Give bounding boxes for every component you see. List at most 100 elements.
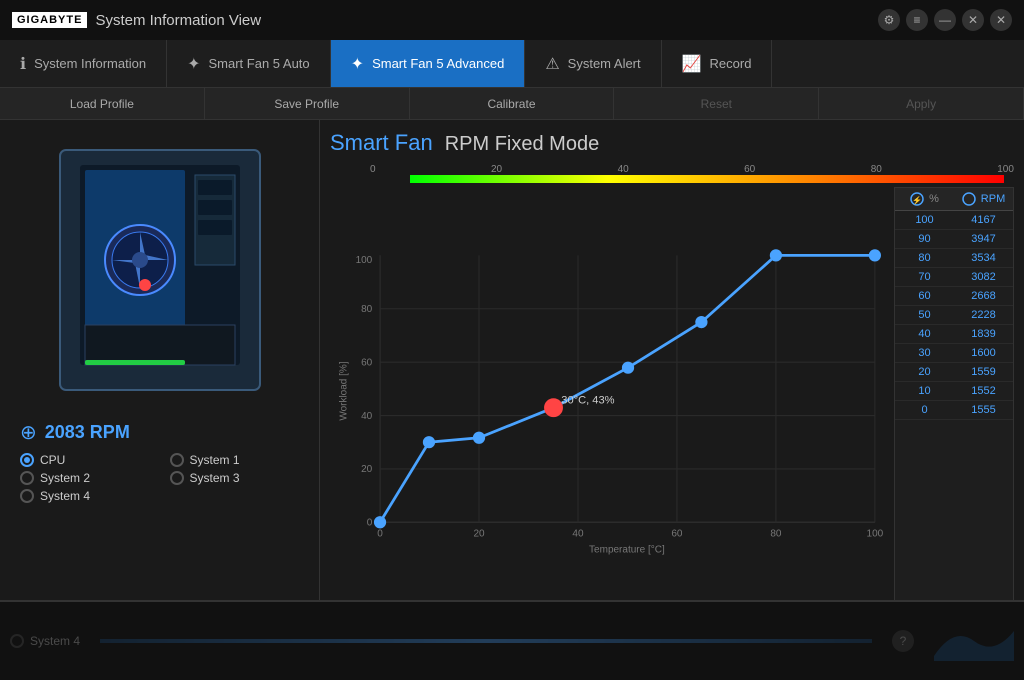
save-profile-button[interactable]: Save Profile: [205, 88, 410, 119]
tab-systemalert-label: System Alert: [568, 56, 641, 71]
title-bar: GIGABYTE System Information View ⚙ ≡ — ✕…: [0, 0, 1024, 40]
svg-text:40: 40: [572, 529, 584, 540]
td-rpm: 1552: [954, 382, 1013, 400]
td-pct: 50: [895, 306, 954, 324]
minimize-button[interactable]: —: [934, 9, 956, 31]
list-button[interactable]: ≡: [906, 9, 928, 31]
chart-container: 0 20 40 60 80 100 0 20 40 60 80 100 Temp…: [330, 187, 886, 624]
svg-text:80: 80: [361, 304, 373, 315]
tab-record-label: Record: [710, 56, 752, 71]
app-title: System Information View: [95, 12, 261, 29]
cpu-radio[interactable]: [20, 453, 34, 467]
td-pct: 20: [895, 363, 954, 381]
table-row[interactable]: 903947: [895, 230, 1013, 249]
load-profile-button[interactable]: Load Profile: [0, 88, 205, 119]
reflection-strip: System 4 ?: [0, 600, 1024, 680]
system3-radio[interactable]: [170, 471, 184, 485]
table-row[interactable]: 201559: [895, 363, 1013, 382]
fan-speed-row: ⊕ 2083 RPM: [20, 420, 299, 445]
td-pct: 0: [895, 401, 954, 419]
tab-system-information[interactable]: ℹ System Information: [0, 40, 167, 87]
toolbar: Load Profile Save Profile Calibrate Rese…: [0, 88, 1024, 120]
svg-text:0: 0: [377, 529, 383, 540]
table-row[interactable]: 502228: [895, 306, 1013, 325]
fan-option-cpu[interactable]: CPU: [20, 453, 150, 467]
fan-option-system1[interactable]: System 1: [170, 453, 300, 467]
svg-text:60: 60: [361, 357, 373, 368]
rpm-rows: 1004167903947803534703082602668502228401…: [895, 211, 1013, 420]
svg-text:Temperature [°C]: Temperature [°C]: [589, 544, 665, 555]
td-rpm: 1839: [954, 325, 1013, 343]
rpm-table-header: ⚡ % RPM: [895, 188, 1013, 211]
th-rpm: RPM: [954, 188, 1013, 210]
logo-area: GIGABYTE System Information View: [12, 12, 261, 29]
gigabyte-logo: GIGABYTE: [12, 12, 87, 28]
color-bar-container: [330, 175, 1014, 183]
color-bar-labels: 0 20 40 60 80 100: [330, 164, 1014, 175]
svg-text:100: 100: [867, 529, 884, 540]
reflection-radio: [10, 634, 24, 648]
td-rpm: 3534: [954, 249, 1013, 267]
chart-mode: RPM Fixed Mode: [445, 133, 600, 156]
reflection-content: System 4 ?: [0, 615, 1024, 667]
system3-label: System 3: [190, 471, 240, 485]
reflection-wave: [934, 621, 1014, 661]
cpu-radio-dot: [24, 457, 30, 463]
pc-illustration: [30, 130, 290, 410]
system2-label: System 2: [40, 471, 90, 485]
fan-option-system4[interactable]: System 4: [20, 489, 150, 503]
fan-option-system3[interactable]: System 3: [170, 471, 300, 485]
cpu-label: CPU: [40, 453, 65, 467]
tab-system-alert[interactable]: ⚠ System Alert: [525, 40, 661, 87]
close-button[interactable]: ✕: [990, 9, 1012, 31]
tab-smart-fan-5-advanced[interactable]: ✦ Smart Fan 5 Advanced: [331, 40, 526, 87]
tab-sysinfo-label: System Information: [34, 56, 146, 71]
svg-text:60: 60: [671, 529, 683, 540]
svg-text:100: 100: [356, 255, 373, 266]
td-rpm: 1600: [954, 344, 1013, 362]
table-row[interactable]: 01555: [895, 401, 1013, 420]
td-rpm: 3082: [954, 268, 1013, 286]
tab-smartfan5adv-label: Smart Fan 5 Advanced: [372, 56, 504, 71]
system1-radio[interactable]: [170, 453, 184, 467]
system1-label: System 1: [190, 453, 240, 467]
table-row[interactable]: 1004167: [895, 211, 1013, 230]
right-panel: Smart Fan RPM Fixed Mode 0 20 40 60 80 1…: [320, 120, 1024, 680]
apply-button[interactable]: Apply: [819, 88, 1024, 119]
system2-radio[interactable]: [20, 471, 34, 485]
svg-text:0: 0: [367, 518, 373, 529]
svg-text:20: 20: [473, 529, 485, 540]
table-row[interactable]: 803534: [895, 249, 1013, 268]
svg-text:40: 40: [361, 411, 373, 422]
table-row[interactable]: 401839: [895, 325, 1013, 344]
svg-text:30°C, 43%: 30°C, 43%: [561, 394, 614, 406]
reflection-fan-option: System 4: [10, 634, 80, 648]
fan-selector: CPU System 1 System 2 System 3 System 4: [20, 453, 299, 503]
tab-smart-fan-5-auto[interactable]: ✦ Smart Fan 5 Auto: [167, 40, 331, 87]
td-pct: 70: [895, 268, 954, 286]
svg-text:80: 80: [770, 529, 782, 540]
table-row[interactable]: 703082: [895, 268, 1013, 287]
rpm-table: ⚡ % RPM 10041679039478035347030826026685…: [894, 187, 1014, 624]
fan-option-system2[interactable]: System 2: [20, 471, 150, 485]
calibrate-button[interactable]: Calibrate: [410, 88, 615, 119]
chart-title: Smart Fan: [330, 130, 433, 156]
restore-button[interactable]: ✕: [962, 9, 984, 31]
td-rpm: 3947: [954, 230, 1013, 248]
reset-button[interactable]: Reset: [614, 88, 819, 119]
fan-adv-icon: ✦: [351, 54, 364, 74]
left-panel: ⊕ 2083 RPM CPU System 1 System 2: [0, 120, 320, 680]
info-icon: ℹ: [20, 54, 26, 74]
nav-tabs: ℹ System Information ✦ Smart Fan 5 Auto …: [0, 40, 1024, 88]
td-rpm: 2668: [954, 287, 1013, 305]
table-row[interactable]: 101552: [895, 382, 1013, 401]
settings-button[interactable]: ⚙: [878, 9, 900, 31]
fan-auto-icon: ✦: [187, 54, 200, 74]
td-pct: 10: [895, 382, 954, 400]
table-row[interactable]: 301600: [895, 344, 1013, 363]
system4-radio[interactable]: [20, 489, 34, 503]
table-row[interactable]: 602668: [895, 287, 1013, 306]
window-controls: ⚙ ≡ — ✕ ✕: [878, 9, 1012, 31]
chart-area: 0 20 40 60 80 100 0 20 40 60 80 100 Temp…: [330, 187, 1014, 624]
tab-record[interactable]: 📈 Record: [662, 40, 773, 87]
